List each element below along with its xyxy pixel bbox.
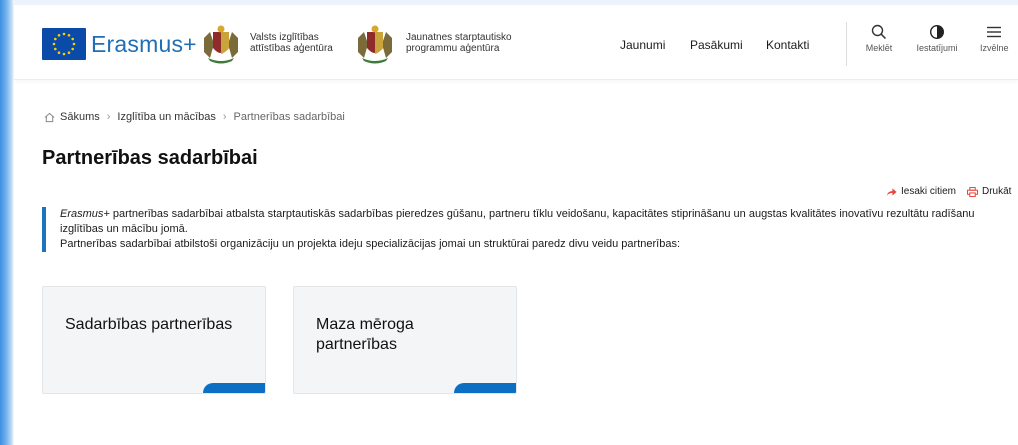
print-label: Drukāt: [982, 186, 1012, 197]
print-button[interactable]: Drukāt: [967, 186, 1011, 197]
intro-paragraph-2: Partnerības sadarbībai atbilstoši organi…: [60, 238, 681, 250]
coat-of-arms-icon: [202, 24, 240, 64]
card-accent-bar: [203, 383, 265, 393]
menu-label: Izvēlne: [980, 43, 1009, 53]
erasmus-logo[interactable]: Erasmus+: [42, 27, 197, 61]
nav-jaunumi[interactable]: Jaunumi: [620, 38, 665, 52]
breadcrumb-home[interactable]: Sākums: [60, 111, 100, 123]
breadcrumb: Sākums › Izglītība un mācības › Partnerī…: [44, 111, 345, 123]
nav-pasakumi[interactable]: Pasākumi: [690, 38, 743, 52]
intro-emphasis: Erasmus+: [60, 208, 110, 220]
coat-of-arms-icon: [356, 24, 394, 64]
site-header: Erasmus+ Valsts izglītības attīstības aģ…: [14, 0, 1018, 80]
intro-text: Erasmus+ partnerības sadarbībai atbalsta…: [42, 207, 1018, 252]
agency-jspa-label[interactable]: Jaunatnes starptautisko programmu aģentū…: [406, 32, 536, 54]
printer-icon: [967, 186, 978, 197]
agency-viaa-label[interactable]: Valsts izglītības attīstības aģentūra: [250, 32, 350, 54]
chevron-right-icon: ›: [106, 111, 111, 123]
header-divider: [846, 22, 847, 66]
card-accent-bar: [454, 383, 516, 393]
card-sadarbibas-partneribas[interactable]: Sadarbības partnerības: [42, 286, 266, 394]
settings-button[interactable]: Iestatījumi: [914, 24, 960, 53]
breadcrumb-current: Partnerības sadarbībai: [233, 111, 345, 123]
breadcrumb-education[interactable]: Izglītība un mācības: [117, 111, 215, 123]
intro-paragraph-1: Erasmus+ partnerības sadarbībai atbalsta…: [60, 207, 1018, 237]
top-strip: [14, 0, 1018, 5]
page: Erasmus+ Valsts izglītības attīstības aģ…: [14, 0, 1018, 445]
share-icon: [886, 187, 897, 196]
menu-button[interactable]: Izvēlne: [980, 24, 1018, 53]
share-button[interactable]: Iesaki citiem: [886, 186, 956, 197]
share-label: Iesaki citiem: [901, 186, 957, 197]
eu-flag-icon: [42, 28, 86, 60]
brand-name: Erasmus+: [91, 30, 197, 57]
chevron-right-icon: ›: [222, 111, 227, 123]
search-label: Meklēt: [865, 43, 893, 53]
card-maza-meroga-partneribas[interactable]: Maza mēroga partnerības: [293, 286, 517, 394]
search-icon: [871, 24, 887, 40]
card-title: Sadarbības partnerības: [65, 316, 233, 333]
page-title: Partnerības sadarbībai: [42, 147, 258, 169]
settings-label: Iestatījumi: [916, 43, 958, 53]
card-title: Maza mēroga partnerības: [316, 316, 414, 353]
intro-body: partnerības sadarbībai atbalsta starptau…: [60, 208, 975, 235]
hamburger-icon: [987, 26, 1001, 38]
home-icon[interactable]: [44, 112, 55, 123]
contrast-icon: [929, 24, 945, 40]
search-button[interactable]: Meklēt: [862, 24, 896, 53]
nav-kontakti[interactable]: Kontakti: [766, 38, 809, 52]
